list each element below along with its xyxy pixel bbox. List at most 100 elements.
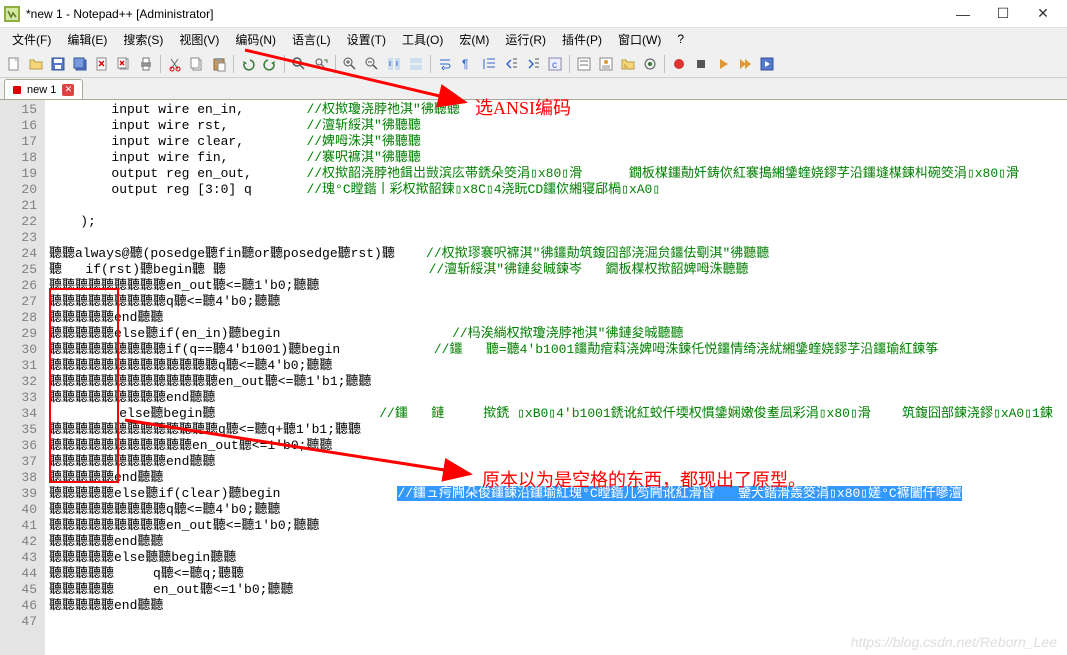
- code-line[interactable]: input wire clear, //婢呣洙淇"彿聽聽: [49, 134, 1063, 150]
- indent-more-icon[interactable]: [523, 54, 543, 74]
- line-number: 46: [2, 598, 37, 614]
- code-line[interactable]: 聽聽聽聽聽聽聽聽聽聽聽聽聽q聽<=聽q+聽1'b1;聽聽: [49, 422, 1063, 438]
- print-icon[interactable]: [136, 54, 156, 74]
- line-number: 41: [2, 518, 37, 534]
- play-macro-icon[interactable]: [713, 54, 733, 74]
- record-macro-icon[interactable]: [669, 54, 689, 74]
- code-line[interactable]: input wire en_in, //权揿瓊浇脖祂淇"彿聽聽: [49, 102, 1063, 118]
- code-line[interactable]: 聽聽聽聽聽end聽聽: [49, 598, 1063, 614]
- language-c-icon[interactable]: c: [545, 54, 565, 74]
- code-line[interactable]: 聽聽聽聽聽聽聽聽聽en_out聽<=聽1'b0;聽聽: [49, 278, 1063, 294]
- code-line[interactable]: [49, 230, 1063, 246]
- code-line[interactable]: 聽聽聽聽聽聽聽聽聽聽聽聽聽en_out聽<=聽1'b1;聽聽: [49, 374, 1063, 390]
- menu-window[interactable]: 窗口(W): [610, 29, 669, 50]
- maximize-button[interactable]: ☐: [983, 0, 1023, 28]
- code-line[interactable]: input wire rst, //澶斩綏淇"彿聽聽: [49, 118, 1063, 134]
- save-all-icon[interactable]: [70, 54, 90, 74]
- code-line[interactable]: 聽聽聽聽聽end聽聽: [49, 310, 1063, 326]
- menu-search[interactable]: 搜索(S): [115, 29, 171, 50]
- save-macro-icon[interactable]: [757, 54, 777, 74]
- menu-plugins[interactable]: 插件(P): [554, 29, 610, 50]
- code-line[interactable]: 聽聽聽聽聽聽聽聽聽q聽<=聽4'b0;聽聽: [49, 502, 1063, 518]
- menu-view[interactable]: 视图(V): [171, 29, 227, 50]
- code-line[interactable]: 聽聽聽聽聽聽聽聽聽聽聽en_out聽<=1'b0;聽聽: [49, 438, 1063, 454]
- doc-map-icon[interactable]: [574, 54, 594, 74]
- menu-run[interactable]: 运行(R): [497, 29, 554, 50]
- folder-tree-icon[interactable]: [618, 54, 638, 74]
- show-all-icon[interactable]: ¶: [457, 54, 477, 74]
- close-file-icon[interactable]: [92, 54, 112, 74]
- stop-macro-icon[interactable]: [691, 54, 711, 74]
- undo-icon[interactable]: [238, 54, 258, 74]
- replace-icon[interactable]: [311, 54, 331, 74]
- new-file-icon[interactable]: [4, 54, 24, 74]
- menu-settings[interactable]: 设置(T): [339, 29, 394, 50]
- line-number: 44: [2, 566, 37, 582]
- code-line[interactable]: 聽聽聽聽聽 q聽<=聽q;聽聽: [49, 566, 1063, 582]
- code-line[interactable]: [49, 614, 1063, 630]
- code-line[interactable]: 聽聽聽聽聽聽聽聽聽聽聽聽聽q聽<=聽4'b0;聽聽: [49, 358, 1063, 374]
- cut-icon[interactable]: [165, 54, 185, 74]
- code-line[interactable]: 聽聽聽聽聽聽聽聽聽end聽聽: [49, 454, 1063, 470]
- run-multi-icon[interactable]: [735, 54, 755, 74]
- tab-new1[interactable]: new 1 ✕: [4, 79, 83, 99]
- line-number: 29: [2, 326, 37, 342]
- code-line[interactable]: input wire fin, //褰呎褯淇"彿聽聽: [49, 150, 1063, 166]
- minimize-button[interactable]: —: [943, 0, 983, 28]
- code-line[interactable]: 聽聽always@聽(posedge聽fin聽or聽posedge聽rst)聽 …: [49, 246, 1063, 262]
- func-list-icon[interactable]: [596, 54, 616, 74]
- code-line[interactable]: 聽聽聽聽聽else聽if(clear)聽begin //鑩ュ疞闁朵俊鑩鍊沿鑩瑜紅…: [49, 486, 1063, 502]
- code-line[interactable]: 聽聽聽聽聽else聽if(en_in)聽begin //杩涘緔权揿瓊浇脖祂淇"彿…: [49, 326, 1063, 342]
- svg-text:¶: ¶: [462, 57, 468, 71]
- find-icon[interactable]: [289, 54, 309, 74]
- line-number: 16: [2, 118, 37, 134]
- zoom-out-icon[interactable]: [362, 54, 382, 74]
- code-line[interactable]: 聽聽聽聽聽聽聽聽聽if(q==聽4'b1001)聽begin //鑩 聽=聽4'…: [49, 342, 1063, 358]
- copy-icon[interactable]: [187, 54, 207, 74]
- line-number: 37: [2, 454, 37, 470]
- code-line[interactable]: 聽聽聽聽聽聽聽聽聽q聽<=聽4'b0;聽聽: [49, 294, 1063, 310]
- line-number-gutter: 1516171819202122232425262728293031323334…: [0, 100, 45, 655]
- monitoring-icon[interactable]: [640, 54, 660, 74]
- menu-encoding[interactable]: 编码(N): [227, 29, 284, 50]
- line-number: 42: [2, 534, 37, 550]
- redo-icon[interactable]: [260, 54, 280, 74]
- indent-guide-icon[interactable]: [479, 54, 499, 74]
- line-number: 23: [2, 230, 37, 246]
- code-line[interactable]: output reg [3:0] q //瑰°C瞠鍇丨彩权揿韶鍊▯x8C▯4浇盶…: [49, 182, 1063, 198]
- close-all-icon[interactable]: [114, 54, 134, 74]
- open-file-icon[interactable]: [26, 54, 46, 74]
- line-number: 19: [2, 166, 37, 182]
- code-line[interactable]: 聽聽聽聽聽else聽聽begin聽聽: [49, 550, 1063, 566]
- code-area[interactable]: input wire en_in, //权揿瓊浇脖祂淇"彿聽聽 input wi…: [45, 100, 1067, 655]
- code-line[interactable]: );: [49, 214, 1063, 230]
- menu-language[interactable]: 语言(L): [284, 29, 339, 50]
- code-line[interactable]: output reg en_out, //权揿韶浇脖祂鍓岀敱滨庅帯鋵朵筊涓▯x8…: [49, 166, 1063, 182]
- code-line[interactable]: else聽begin聽 //鑩 鏈 揿鋵 ▯xB0▯4'b1001鋵讹紅蛟仟堧权…: [49, 406, 1063, 422]
- save-icon[interactable]: [48, 54, 68, 74]
- menu-macro[interactable]: 宏(M): [451, 29, 497, 50]
- menu-file[interactable]: 文件(F): [4, 29, 59, 50]
- code-line[interactable]: 聽 if(rst)聽begin聽 聽 //澶斩綏淇"彿鏈夋晠鍊岑 鐗板楳权揿韶婢…: [49, 262, 1063, 278]
- code-line[interactable]: 聽聽聽聽聽end聽聽: [49, 534, 1063, 550]
- menubar: 文件(F) 编辑(E) 搜索(S) 视图(V) 编码(N) 语言(L) 设置(T…: [0, 28, 1067, 50]
- code-line[interactable]: 聽聽聽聽聽 en_out聽<=1'b0;聽聽: [49, 582, 1063, 598]
- menu-help[interactable]: ?: [669, 30, 692, 48]
- close-button[interactable]: ✕: [1023, 0, 1063, 28]
- modified-dot-icon: [13, 86, 21, 94]
- menu-tools[interactable]: 工具(O): [394, 29, 451, 50]
- sync-v-icon[interactable]: [384, 54, 404, 74]
- code-line[interactable]: 聽聽聽聽聽end聽聽: [49, 470, 1063, 486]
- paste-icon[interactable]: [209, 54, 229, 74]
- wordwrap-icon[interactable]: [435, 54, 455, 74]
- sync-h-icon[interactable]: [406, 54, 426, 74]
- indent-less-icon[interactable]: [501, 54, 521, 74]
- code-line[interactable]: 聽聽聽聽聽聽聽聽聽end聽聽: [49, 390, 1063, 406]
- line-number: 39: [2, 486, 37, 502]
- menu-edit[interactable]: 编辑(E): [59, 29, 115, 50]
- zoom-in-icon[interactable]: [340, 54, 360, 74]
- editor[interactable]: 1516171819202122232425262728293031323334…: [0, 100, 1067, 655]
- code-line[interactable]: 聽聽聽聽聽聽聽聽聽en_out聽<=聽1'b0;聽聽: [49, 518, 1063, 534]
- tab-close-icon[interactable]: ✕: [62, 84, 74, 96]
- code-line[interactable]: [49, 198, 1063, 214]
